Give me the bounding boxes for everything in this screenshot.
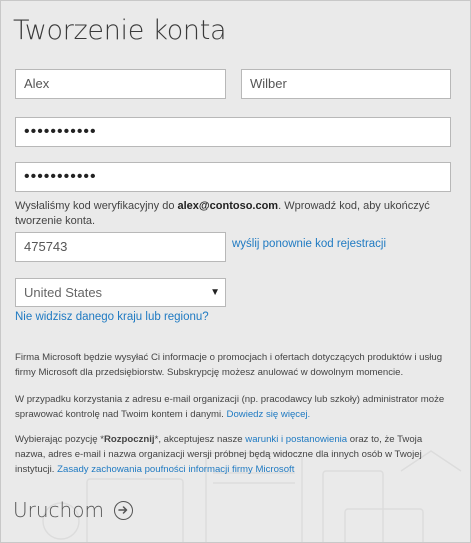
learn-more-link[interactable]: Dowiedz się więcej. (227, 409, 311, 420)
verification-text-prefix: Wysłaliśmy kod weryfikacyjny do (15, 200, 178, 212)
terms-bold-start: Rozpocznij (103, 434, 155, 445)
page-title: Tworzenie konta (13, 15, 227, 46)
resend-code-link[interactable]: wyślij ponownie kod rejestracji (232, 238, 386, 250)
launch-label: Uruchom (13, 498, 104, 522)
marketing-notice: Firma Microsoft będzie wysyłać Ci inform… (15, 352, 443, 378)
verification-email: alex@contoso.com (177, 200, 279, 212)
confirm-password-input[interactable]: ••••••••••• (15, 162, 451, 192)
terms-notice: Wybierając pozycję *Rozpocznij*, akceptu… (15, 432, 455, 477)
signup-panel: Tworzenie konta Alex Wilber ••••••••••• … (0, 0, 471, 543)
chevron-down-icon: ▼ (210, 287, 220, 298)
verification-message: Wysłaliśmy kod weryfikacyjny do alex@con… (15, 199, 455, 229)
launch-button[interactable]: Uruchom (13, 498, 133, 522)
terms-link[interactable]: warunki i postanowienia (245, 434, 347, 445)
privacy-link[interactable]: Zasady zachowania poufności informacji f… (57, 464, 294, 475)
first-name-input[interactable]: Alex (15, 69, 226, 99)
password-input[interactable]: ••••••••••• (15, 117, 451, 147)
terms-text-b: *, akceptujesz nasze (154, 434, 246, 445)
missing-country-link[interactable]: Nie widzisz danego kraju lub regionu? (15, 311, 209, 323)
country-select[interactable]: United States ▼ (15, 278, 226, 307)
terms-text-a: Wybierając pozycję * (15, 434, 104, 445)
verification-code-input[interactable]: 475743 (15, 232, 226, 262)
country-select-value: United States (24, 285, 103, 300)
org-admin-notice: W przypadku korzystania z adresu e-mail … (15, 392, 455, 422)
arrow-right-circle-icon (113, 500, 133, 520)
last-name-input[interactable]: Wilber (241, 69, 451, 99)
